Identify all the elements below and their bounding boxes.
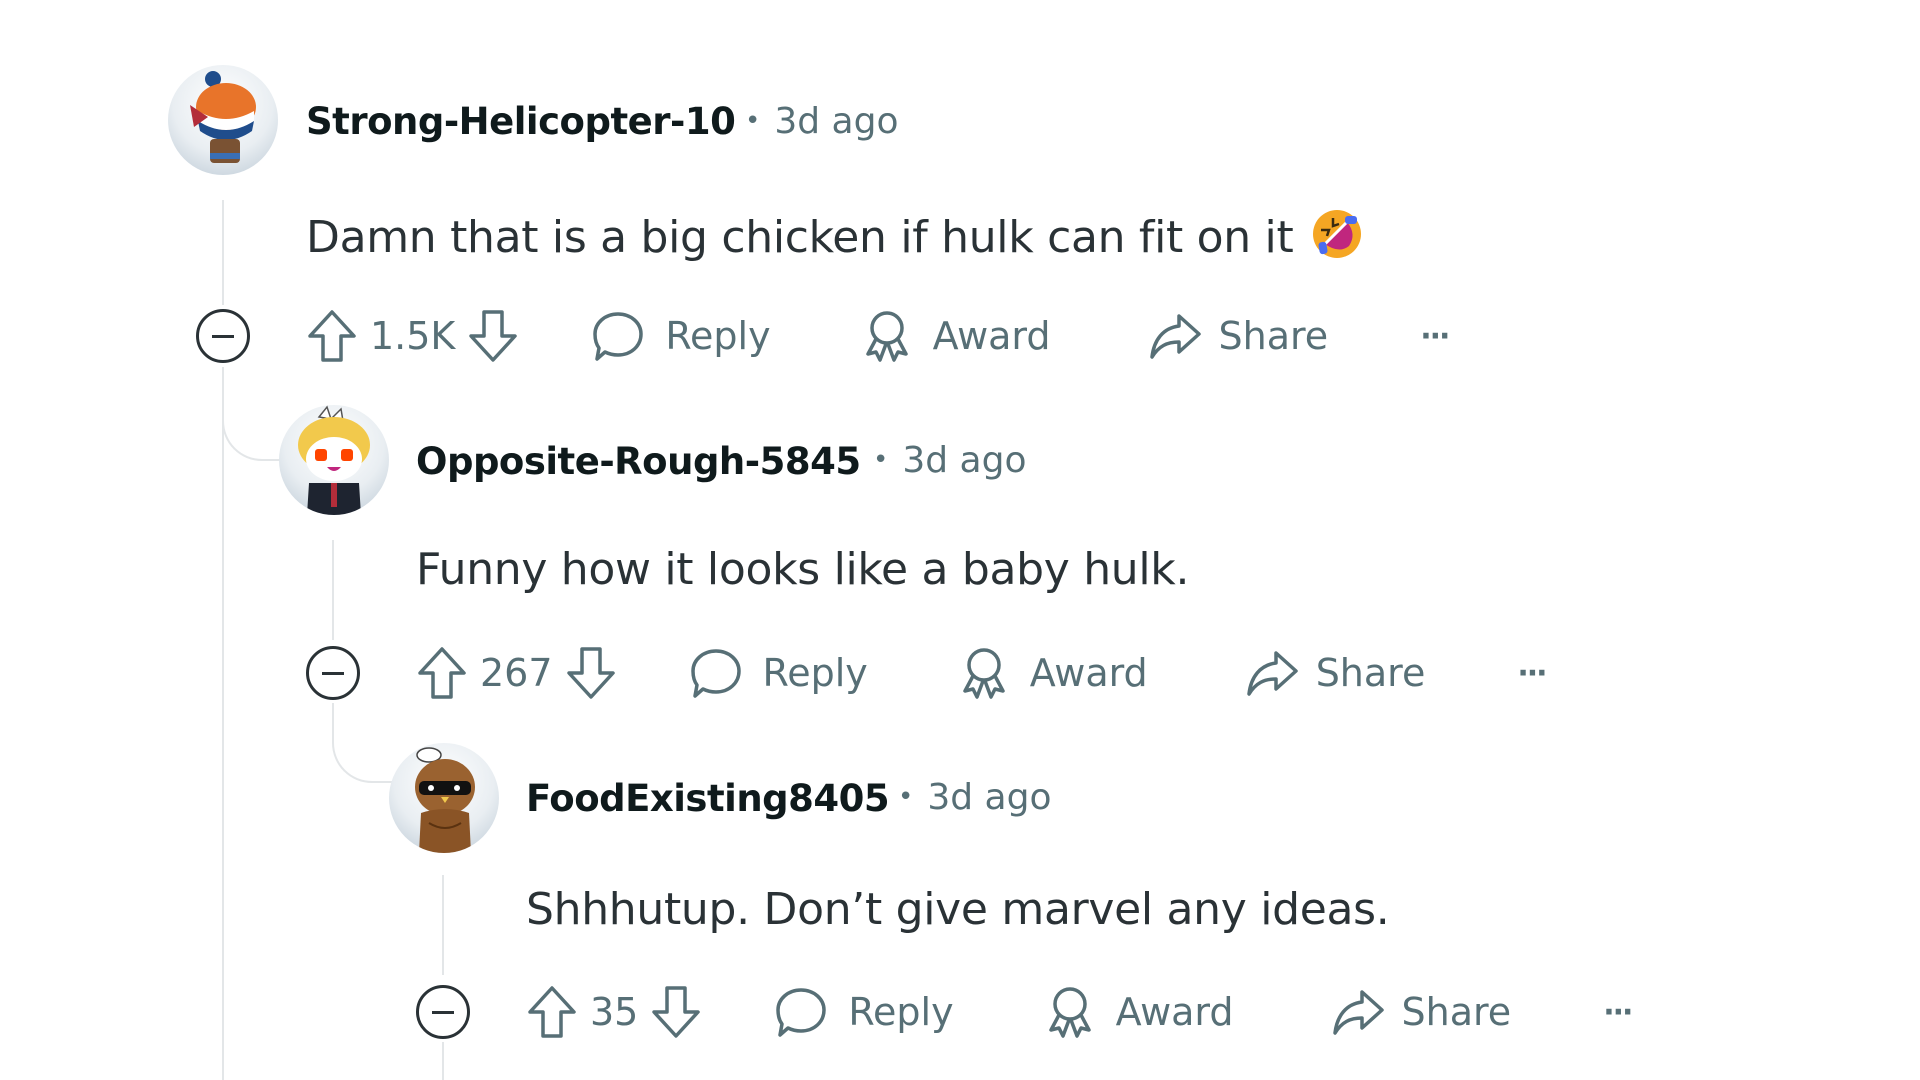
comment-body: Damn that is a big chicken if hulk can f… [306, 208, 1363, 263]
reply-button[interactable]: Reply [774, 985, 954, 1039]
share-arrow-icon [1246, 651, 1298, 696]
comment-body: Funny how it looks like a baby hulk. [416, 544, 1189, 595]
vote-score: 267 [480, 651, 553, 695]
thread-connector-level-2 [222, 367, 282, 461]
downvote-arrow-icon [566, 647, 615, 699]
reply-label: Reply [848, 990, 954, 1034]
rolling-on-floor-laughing-emoji-icon [1311, 208, 1363, 260]
snoo-avatar-icon [298, 405, 370, 515]
downvote-button[interactable] [650, 984, 702, 1040]
comment-meta: • 3d ago [898, 777, 1051, 818]
avatar[interactable] [168, 65, 278, 175]
upvote-button[interactable] [416, 645, 468, 701]
upvote-arrow-icon [308, 310, 356, 362]
comment-timestamp[interactable]: 3d ago [927, 777, 1051, 818]
more-options-button[interactable]: ··· [1420, 318, 1450, 354]
more-options-button[interactable]: ··· [1517, 655, 1547, 691]
comment-body-text: Damn that is a big chicken if hulk can f… [306, 212, 1294, 263]
collapse-thread-button[interactable] [416, 985, 470, 1039]
downvote-arrow-icon [469, 310, 518, 362]
award-label: Award [932, 314, 1051, 358]
reply-label: Reply [665, 314, 771, 358]
upvote-arrow-icon [418, 647, 466, 699]
downvote-button[interactable] [565, 645, 617, 701]
collapse-thread-button[interactable] [306, 646, 360, 700]
reply-button[interactable]: Reply [591, 309, 771, 363]
vote-score: 35 [590, 990, 639, 1034]
more-options-button[interactable]: ··· [1603, 994, 1633, 1030]
comment-actions: 1.5K Reply Award Share ··· [306, 306, 1450, 366]
downvote-button[interactable] [467, 308, 519, 364]
avatar[interactable] [389, 743, 499, 853]
minus-icon [212, 334, 234, 338]
collapse-thread-button[interactable] [196, 309, 250, 363]
thread-line-level-3 [442, 875, 444, 975]
more-options-icon: ··· [1517, 655, 1547, 691]
award-button[interactable]: Award [1044, 984, 1234, 1040]
comment-body-text: Shhhutup. Don’t give marvel any ideas. [526, 884, 1390, 935]
award-ribbon-icon [865, 311, 908, 362]
snoo-avatar-icon [190, 71, 256, 163]
comment-meta: • 3d ago [745, 101, 898, 142]
meta-separator: • [898, 782, 914, 812]
award-label: Award [1115, 990, 1234, 1034]
comment-author[interactable]: Opposite-Rough-5845 [416, 440, 861, 483]
reply-label: Reply [762, 651, 868, 695]
share-button[interactable]: Share [1244, 647, 1426, 699]
meta-separator: • [745, 106, 761, 136]
share-arrow-icon [1332, 990, 1384, 1035]
reply-button[interactable]: Reply [689, 646, 868, 700]
award-label: Award [1029, 651, 1148, 695]
comment-bubble-icon [776, 988, 827, 1037]
comment-timestamp[interactable]: 3d ago [902, 440, 1026, 481]
more-options-icon: ··· [1603, 994, 1633, 1030]
avatar[interactable] [279, 405, 389, 515]
comment-timestamp[interactable]: 3d ago [774, 101, 898, 142]
comment-meta: • 3d ago [873, 440, 1026, 481]
thread-line-level-2 [332, 540, 334, 640]
share-button[interactable]: Share [1147, 310, 1329, 362]
downvote-arrow-icon [652, 986, 701, 1038]
comment-author[interactable]: Strong-Helicopter-10 [306, 100, 736, 143]
comment-author[interactable]: FoodExisting8405 [526, 777, 890, 820]
comment-actions: 267 Reply Award Share ··· [416, 643, 1548, 703]
comment-actions: 35 Reply Award Share ··· [526, 982, 1633, 1042]
award-ribbon-icon [1048, 987, 1091, 1038]
comment-bubble-icon [593, 312, 644, 361]
snoo-avatar-icon [415, 747, 475, 853]
award-button[interactable]: Award [861, 308, 1051, 364]
share-label: Share [1315, 651, 1426, 695]
minus-icon [432, 1010, 454, 1014]
vote-score: 1.5K [370, 314, 456, 358]
thread-line-level-3 [442, 1042, 444, 1080]
minus-icon [322, 671, 344, 675]
meta-separator: • [873, 445, 889, 475]
share-button[interactable]: Share [1330, 986, 1512, 1038]
share-label: Share [1401, 990, 1512, 1034]
share-label: Share [1218, 314, 1329, 358]
comment-body-text: Funny how it looks like a baby hulk. [416, 544, 1190, 595]
thread-connector-level-3 [332, 703, 392, 783]
more-options-icon: ··· [1420, 318, 1450, 354]
comment-body: Shhhutup. Don’t give marvel any ideas. [526, 884, 1390, 935]
thread-line-level-1 [222, 367, 224, 1080]
comment-bubble-icon [690, 649, 741, 698]
thread-line-level-1 [222, 200, 224, 305]
award-button[interactable]: Award [958, 645, 1148, 701]
award-ribbon-icon [963, 648, 1005, 699]
upvote-arrow-icon [528, 986, 576, 1038]
upvote-button[interactable] [526, 984, 578, 1040]
share-arrow-icon [1149, 314, 1201, 359]
upvote-button[interactable] [306, 308, 358, 364]
